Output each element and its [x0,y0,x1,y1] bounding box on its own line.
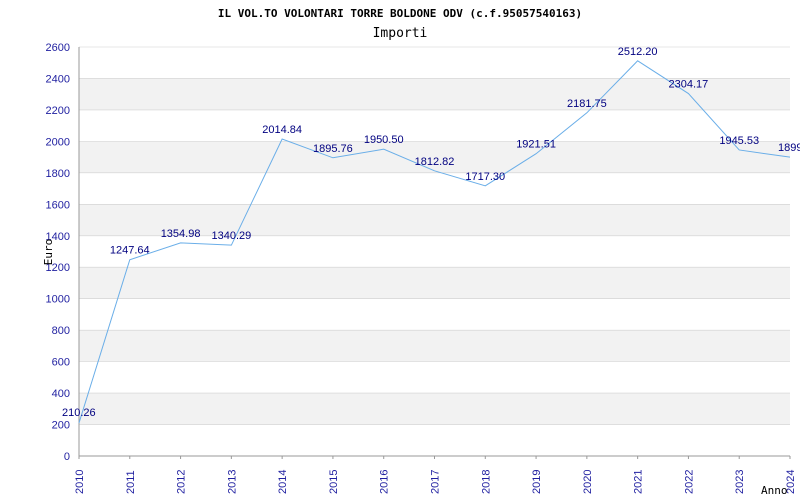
x-tick-label: 2020 [582,470,594,494]
x-tick-label: 2012 [176,470,188,494]
y-tick-label: 400 [52,388,70,400]
data-label: 1812.82 [415,156,455,168]
x-tick-label: 2015 [328,470,340,494]
data-label: 1717.30 [465,171,505,183]
data-label: 2512.20 [618,46,658,58]
x-tick-label: 2021 [633,470,645,494]
data-label: 2014.84 [262,124,302,136]
data-label: 1899.6 [778,142,800,154]
x-tick-label: 2017 [430,470,442,494]
y-tick-label: 1600 [46,199,70,211]
y-tick-label: 600 [52,357,70,369]
y-tick-label: 800 [52,325,70,337]
x-tick-label: 2019 [531,470,543,494]
data-label: 1945.53 [719,135,759,147]
y-tick-label: 200 [52,420,70,432]
x-tick-label: 2011 [125,470,137,494]
y-tick-label: 2000 [46,136,70,148]
chart-title: IL VOL.TO VOLONTARI TORRE BOLDONE ODV (c… [218,7,582,20]
x-tick-label: 2016 [379,470,391,494]
y-tick-label: 2200 [46,105,70,117]
y-axis-label: Euro [42,239,55,266]
grid-band [79,330,790,362]
grid-band [79,267,790,299]
data-label: 1340.29 [211,230,251,242]
x-tick-labels: 2010 2011 2012 2013 2014 2015 2016 2017 2018 2019… [74,456,797,494]
x-tick-label: 2018 [480,470,492,494]
y-tick-label: 2600 [46,42,70,54]
x-tick-label: 2013 [226,470,238,494]
x-tick-label: 2023 [734,470,746,494]
line-chart: IL VOL.TO VOLONTARI TORRE BOLDONE ODV (c… [42,7,800,497]
data-label: 1247.64 [110,245,150,257]
series-line [78,60,791,424]
data-label: 1921.51 [516,139,556,151]
data-label: 1895.76 [313,143,353,155]
data-label: 210.26 [62,407,96,419]
y-tick-label: 1800 [46,168,70,180]
y-tick-label: 1000 [46,294,70,306]
data-label: 2304.17 [669,79,709,91]
y-tick-label: 0 [64,451,70,463]
data-label: 1354.98 [161,228,201,240]
x-axis-label: Anno [761,484,788,497]
data-label: 1950.50 [364,134,404,146]
grid-bands [79,78,790,425]
data-label: 2181.75 [567,98,607,110]
y-tick-label: 2400 [46,73,70,85]
chart-subtitle: Importi [373,26,428,41]
x-tick-label: 2022 [683,470,695,494]
x-tick-label: 2014 [277,470,289,494]
x-tick-label: 2010 [74,470,86,494]
grid-band [79,393,790,425]
